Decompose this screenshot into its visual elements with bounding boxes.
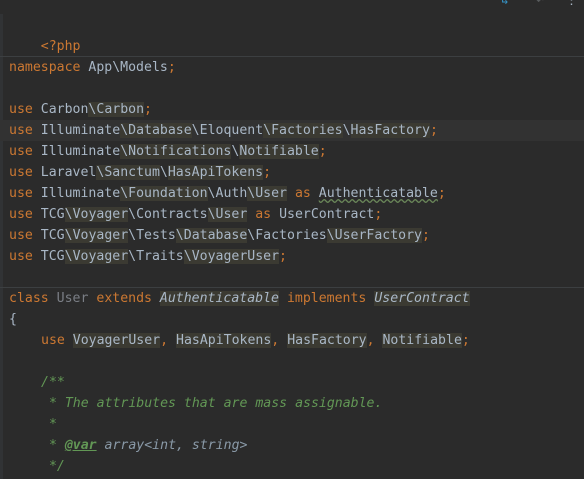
comment-var-tag[interactable]: @var — [65, 438, 97, 453]
code-editor[interactable]: ↳ ↶ ⋮ <?php namespace App\Models; use Ca… — [0, 0, 584, 479]
docblock-var[interactable]: * @var array<int, string> — [41, 435, 248, 456]
comment-close: */ — [41, 459, 65, 474]
open-brace: { — [9, 312, 17, 327]
semicolon: ; — [167, 60, 176, 75]
php-open-tag: <?php — [40, 39, 81, 54]
namespace-segment[interactable]: VoyagerUser — [191, 249, 280, 264]
use-keyword: use — [41, 333, 65, 348]
more-options-icon[interactable]: ⋮ — [565, 0, 578, 8]
class-keyword: class — [9, 291, 49, 306]
code-line-use-import[interactable]: use TCG\Voyager\Tests\Database\Factories… — [9, 225, 430, 246]
namespace-keyword: namespace — [9, 60, 81, 75]
import-alias[interactable]: UserContract — [279, 207, 374, 222]
code-line-namespace[interactable]: namespace App\Models; — [9, 57, 176, 78]
class-name: User — [56, 291, 89, 306]
undo-icon[interactable]: ↶ — [536, 0, 544, 8]
namespace-segment[interactable]: Contracts — [136, 207, 207, 222]
code-line-use-import[interactable]: use Carbon\Carbon; — [9, 99, 152, 120]
namespace-segment[interactable]: Carbon — [96, 102, 145, 117]
namespace-segment[interactable]: Eloquent — [200, 123, 264, 138]
namespace-segment[interactable]: Auth — [216, 186, 248, 201]
namespace-segment[interactable]: Illuminate — [41, 186, 120, 201]
comment-var-type: array<int, string> — [96, 438, 248, 453]
semicolon: ; — [374, 207, 383, 222]
code-line-use-import[interactable]: use Laravel\Sanctum\HasApiTokens; — [9, 162, 271, 183]
import-alias[interactable]: Authenticatable — [319, 186, 438, 201]
namespace-segment[interactable]: Voyager — [72, 228, 129, 243]
semicolon: ; — [279, 249, 287, 264]
namespace-segment[interactable]: TCG — [41, 249, 65, 264]
editor-gutter — [0, 0, 3, 479]
namespace-segment[interactable]: UserFactory — [334, 228, 422, 243]
namespace-segment[interactable]: Tests — [136, 228, 176, 243]
comment-description: * The attributes that are mass assignabl… — [41, 396, 383, 411]
comment-star: * — [41, 417, 57, 432]
as-keyword: as — [294, 186, 311, 201]
as-keyword: as — [255, 207, 272, 222]
semicolon: ; — [144, 102, 152, 117]
extends-keyword: extends — [96, 291, 152, 306]
namespace-segment[interactable]: Foundation — [128, 186, 208, 201]
namespace-segment[interactable]: Illuminate — [41, 123, 120, 138]
namespace-segment[interactable]: Illuminate — [41, 144, 120, 159]
code-line-use-import[interactable]: use TCG\Voyager\Traits\VoyagerUser; — [9, 246, 287, 267]
docblock-close[interactable]: */ — [41, 456, 65, 477]
docblock-blank[interactable]: * — [41, 414, 57, 435]
namespace-segment[interactable]: Database — [128, 123, 192, 138]
namespace-segment[interactable]: Notifiable — [239, 144, 319, 159]
namespace-segment[interactable]: Voyager — [72, 207, 129, 222]
namespace-segment[interactable]: Factories — [271, 123, 343, 138]
use-keyword: use — [9, 249, 33, 264]
namespace-segment[interactable]: TCG — [41, 228, 65, 243]
code-line-php-open[interactable]: <?php — [9, 15, 81, 54]
namespace-segment[interactable]: Notifications — [128, 144, 232, 159]
namespace-segment[interactable]: Sanctum — [104, 165, 160, 180]
namespace-segment[interactable]: Voyager — [72, 249, 129, 264]
docblock-open[interactable]: /** — [41, 372, 65, 393]
use-keyword: use — [9, 123, 33, 138]
namespace-segment[interactable]: User — [215, 207, 248, 222]
implements-keyword: implements — [286, 291, 367, 306]
editor-toolbar: ↳ ↶ ⋮ — [0, 0, 584, 14]
trait-name[interactable]: HasFactory — [287, 333, 367, 348]
navigate-arrow-icon[interactable]: ↳ — [501, 0, 509, 8]
code-line-use-import[interactable]: use Illuminate\Foundation\Auth\User as A… — [9, 183, 446, 204]
namespace-segment[interactable]: Laravel — [41, 165, 97, 180]
semicolon: ; — [318, 144, 327, 159]
use-keyword: use — [9, 165, 33, 180]
code-line-open-brace[interactable]: { — [9, 309, 17, 330]
docblock-description[interactable]: * The attributes that are mass assignabl… — [41, 393, 382, 414]
namespace-segment[interactable]: HasApiTokens — [167, 165, 264, 180]
semicolon: ; — [429, 123, 438, 138]
use-keyword: use — [9, 207, 33, 222]
comment-star: * — [41, 438, 57, 453]
namespace-segment[interactable]: User — [255, 186, 287, 201]
code-line-class-declaration[interactable]: class User extends Authenticatable imple… — [9, 288, 470, 309]
semicolon: ; — [422, 228, 430, 243]
implements-interface-name: UserContract — [374, 291, 470, 306]
comment-open: /** — [41, 375, 65, 390]
namespace-segment[interactable]: Carbon — [41, 102, 89, 117]
semicolon: ; — [437, 186, 446, 201]
use-keyword: use — [9, 228, 33, 243]
use-keyword: use — [9, 186, 33, 201]
code-line-use-import[interactable]: use Illuminate\Notifications\Notifiable; — [9, 141, 327, 162]
trait-name[interactable]: Notifiable — [382, 333, 462, 348]
semicolon: ; — [461, 333, 470, 348]
namespace-segment[interactable]: Traits — [136, 249, 184, 264]
semicolon: ; — [263, 165, 272, 180]
use-keyword: use — [9, 144, 33, 159]
namespace-segment[interactable]: TCG — [41, 207, 65, 222]
use-keyword: use — [9, 102, 33, 117]
trait-name[interactable]: VoyagerUser — [72, 333, 161, 348]
namespace-segment[interactable]: HasFactory — [350, 123, 430, 138]
code-line-trait-use[interactable]: use VoyagerUser, HasApiTokens, HasFactor… — [41, 330, 470, 351]
namespace-segment[interactable]: Factories — [255, 228, 326, 243]
trait-name[interactable]: HasApiTokens — [176, 333, 272, 348]
namespace-segment[interactable]: Database — [183, 228, 248, 243]
code-line-use-import[interactable]: use Illuminate\Database\Eloquent\Factori… — [9, 120, 438, 141]
code-line-use-import[interactable]: use TCG\Voyager\Contracts\User as UserCo… — [9, 204, 382, 225]
namespace-name: App\Models — [88, 60, 168, 75]
extends-class-name: Authenticatable — [159, 291, 279, 306]
